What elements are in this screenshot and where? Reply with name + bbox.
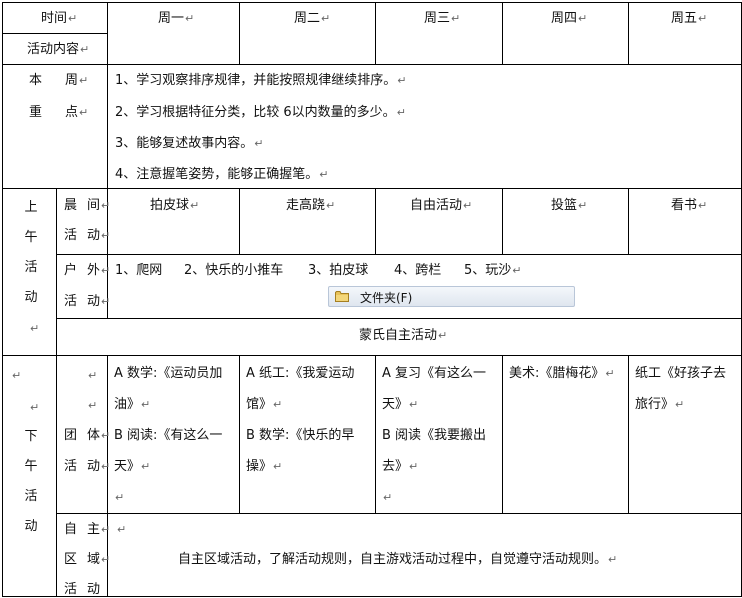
outdoor-activity-label-cell: 户 外↵ 活 动↵ [57, 255, 110, 319]
group-mon: A 数学:《运动员加 油》↵ B 阅读:《有这么一 天》↵ ↵ [108, 356, 240, 514]
afternoon-label-cell: ↵ ↵ 下 午 活 动 [2, 356, 57, 597]
weekly-focus-label-cell: 本 周↵ 重 点↵ [2, 65, 108, 189]
free-area-label-cell: 自 主↵ 区 域↵ 活 动 [57, 514, 110, 597]
activity-content-label: 活动内容↵ [27, 42, 90, 57]
header-corner-divider [3, 33, 108, 34]
header-corner-cell: 时间↵ 活动内容↵ [2, 2, 108, 65]
group-wed: A 复习《有这么一 天》↵ B 阅读《我要搬出 去》↵ ↵ [376, 356, 503, 514]
outdoor-item: 5、玩沙↵ [464, 263, 522, 278]
morning-label-cell: 上 午 活 动 ↵ [2, 189, 57, 356]
outdoor-item: 3、拍皮球 [308, 263, 369, 278]
group-thu: 美术:《腊梅花》↵ [503, 356, 629, 514]
group-activity-label-cell: ↵ ↵ 团 体↵ 活 动↵ [57, 356, 110, 514]
day-header-fri: 周五↵ [629, 2, 742, 65]
early-activity-label-cell: 晨 间↵ 活 动↵ [57, 189, 110, 255]
early-fri: 看书↵ [629, 189, 742, 255]
focus-item-4: 4、注意握笔姿势，能够正确握笔。↵ [115, 167, 329, 182]
early-thu: 投篮↵ [503, 189, 629, 255]
folder-menu-item[interactable]: 文件夹(F) [328, 286, 575, 307]
outdoor-item: 4、跨栏 [394, 263, 442, 278]
montessori-activity-cell: 蒙氏自主活动↵ [57, 319, 742, 356]
day-header-wed: 周三↵ [376, 2, 503, 65]
early-wed: 自由活动↵ [376, 189, 503, 255]
schedule-document: 时间↵ 活动内容↵ 周一↵ 周二↵ 周三↵ 周四↵ 周五↵ 本 周↵ 重 点↵ … [0, 0, 742, 597]
group-tue: A 纸工:《我爱运动 馆》↵ B 数学:《快乐的早 操》↵ [240, 356, 376, 514]
early-mon: 拍皮球↵ [108, 189, 240, 255]
time-label: 时间↵ [41, 11, 78, 26]
day-header-thu: 周四↵ [503, 2, 629, 65]
focus-item-3: 3、能够复述故事内容。↵ [115, 136, 264, 151]
weekly-focus-content-cell: 1、学习观察排序规律，并能按照规律继续排序。↵ 2、学习根据特征分类，比较 6以… [108, 65, 742, 189]
outdoor-item: 2、快乐的小推车 [184, 263, 284, 278]
group-fri: 纸工《好孩子去 旅行》↵ [629, 356, 742, 514]
free-area-content-cell: ↵ 自主区域活动，了解活动规则，自主游戏活动过程中，自觉遵守活动规则。↵ [108, 514, 742, 597]
folder-menu-label: 文件夹(F) [360, 291, 413, 305]
early-tue: 走高跷↵ [240, 189, 376, 255]
day-header-tue: 周二↵ [240, 2, 376, 65]
folder-icon [335, 291, 349, 302]
day-header-mon: 周一↵ [108, 2, 240, 65]
focus-item-2: 2、学习根据特征分类，比较 6以内数量的多少。↵ [115, 105, 406, 120]
focus-item-1: 1、学习观察排序规律，并能按照规律继续排序。↵ [115, 73, 407, 88]
outdoor-item: 1、爬网 [115, 263, 163, 278]
